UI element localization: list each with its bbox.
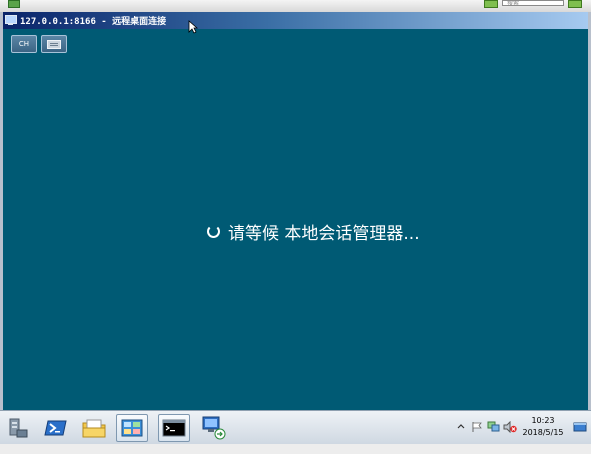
taskbar-file-explorer[interactable]: [78, 414, 110, 442]
powershell-icon: [44, 420, 67, 436]
taskbar-remote-desktop[interactable]: [198, 414, 230, 442]
host-green-button[interactable]: [484, 0, 498, 8]
keyboard-button[interactable]: [41, 35, 67, 53]
keyboard-icon: [47, 39, 61, 49]
window-title-bar[interactable]: 127.0.0.1:8166 - 远程桌面连接: [3, 12, 588, 29]
taskbar-server-manager[interactable]: [2, 414, 34, 442]
remote-desktop-window: 127.0.0.1:8166 - 远程桌面连接 CH 请等候 本地会话管理器..…: [0, 12, 591, 410]
clock-date: 2018/5/15: [522, 428, 564, 437]
loading-spinner-icon: [207, 225, 220, 238]
remote-desktop-icon: [202, 416, 226, 440]
file-explorer-icon: [82, 419, 106, 438]
taskbar-powershell[interactable]: [40, 414, 72, 442]
language-button[interactable]: CH: [11, 35, 37, 53]
taskbar-command-prompt[interactable]: [158, 414, 190, 442]
command-prompt-icon: [162, 419, 186, 437]
host-search-button[interactable]: [568, 0, 582, 8]
clock[interactable]: 10:23 2018/5/15: [519, 415, 567, 439]
taskbar: 10:23 2018/5/15: [0, 410, 591, 444]
server-manager-icon: [9, 418, 28, 438]
control-panel-icon: [121, 419, 143, 437]
window-title: 127.0.0.1:8166 - 远程桌面连接: [20, 17, 167, 27]
host-bottom-strip: [0, 444, 591, 454]
system-tray: 10:23 2018/5/15: [449, 411, 591, 445]
host-search-input[interactable]: 搜索: [502, 0, 564, 7]
network-icon[interactable]: [487, 421, 500, 433]
show-desktop-icon[interactable]: [573, 422, 587, 432]
chevron-up-icon[interactable]: [457, 423, 465, 431]
remote-desktop-icon: [5, 15, 17, 26]
status-text: 请等候 本地会话管理器...: [228, 224, 420, 244]
taskbar-control-panel[interactable]: [116, 414, 148, 442]
action-center-flag-icon[interactable]: [471, 421, 483, 433]
volume-muted-icon[interactable]: [503, 421, 517, 433]
host-app-icon: [8, 0, 20, 8]
status-message: 请等候 本地会话管理器...: [207, 219, 420, 244]
connection-toolbar: CH: [11, 35, 67, 53]
mouse-cursor-icon: [188, 20, 198, 34]
clock-time: 10:23: [531, 416, 555, 425]
